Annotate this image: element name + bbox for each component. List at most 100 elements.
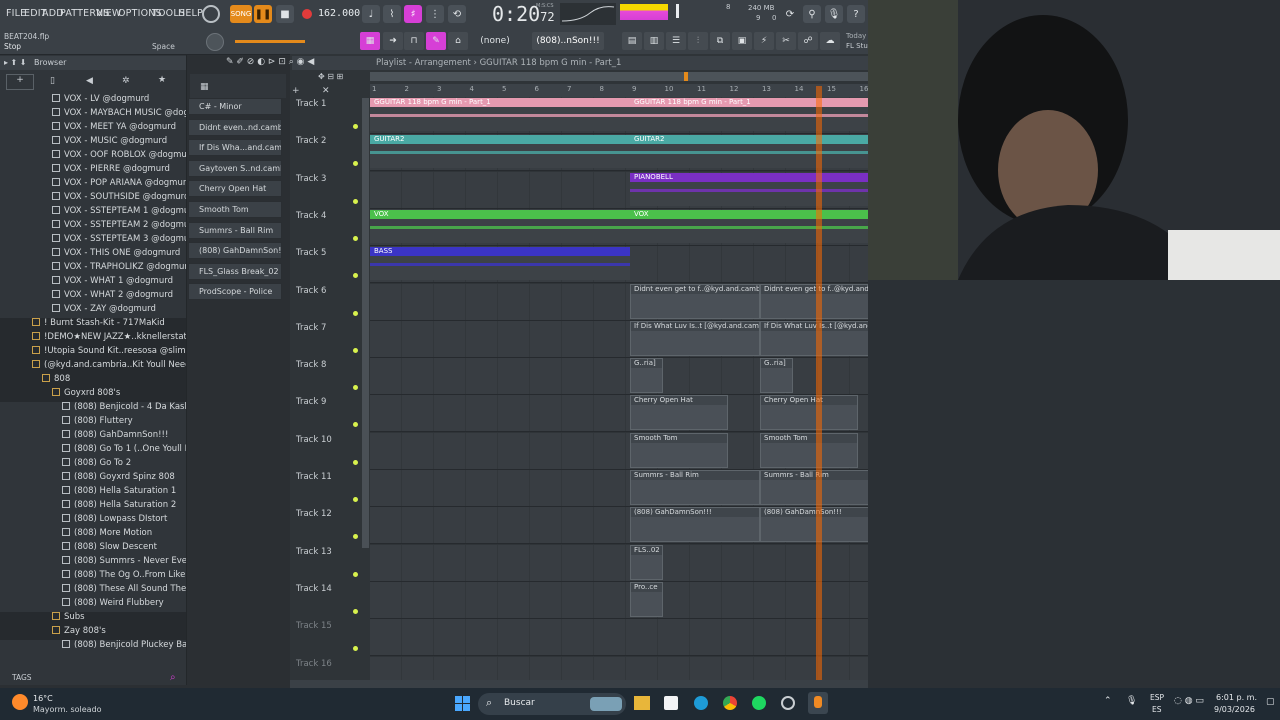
browser-file[interactable]: VOX - PIERRE @dogmurd	[0, 164, 186, 178]
mixer-icon[interactable]: ⫶	[688, 32, 708, 50]
browser-file[interactable]: VOX - SOUTHSIDE @dogmurd	[0, 192, 186, 206]
browser-file-icon[interactable]: ▯	[50, 76, 55, 86]
browser-file[interactable]: VOX - WHAT 1 @dogmurd	[0, 276, 186, 290]
browser-file[interactable]: VOX - WHAT 2 @dogmurd	[0, 290, 186, 304]
channel-settings-icon[interactable]: ⧉	[710, 32, 730, 50]
track-header-label[interactable]: Track 5	[296, 248, 326, 258]
channel-button[interactable]: Summrs - Ball Rim	[188, 221, 282, 239]
record-button[interactable]	[298, 5, 316, 23]
track-header-label[interactable]: Track 3	[296, 174, 326, 184]
magnet-icon[interactable]: ⊓	[404, 32, 424, 50]
master-volume-handle[interactable]	[676, 4, 679, 18]
channel-button[interactable]: Cherry Open Hat	[188, 180, 282, 198]
track-header-label[interactable]: Track 7	[296, 323, 326, 333]
browser-file[interactable]: (808) Summrs - Never Ever	[0, 556, 186, 570]
language-code[interactable]: ESP	[1150, 693, 1164, 702]
track-lane[interactable]	[370, 544, 868, 582]
channel-button[interactable]: Didnt even..nd.cambria	[188, 118, 282, 136]
song-mode-button[interactable]: SONG	[230, 5, 252, 23]
channel-button[interactable]: If Dis Wha...and.cambria	[188, 139, 282, 157]
channel-button[interactable]: (808) GahDamnSon!!!	[188, 242, 282, 260]
track-lane[interactable]	[370, 581, 868, 619]
snap-select[interactable]: (none)	[472, 32, 518, 50]
pattern-clip[interactable]: Cherry Open Hat	[760, 395, 858, 431]
loop-record-icon[interactable]: ⟲	[448, 5, 466, 23]
stamp-icon[interactable]: ⌂	[448, 32, 468, 50]
audio-clip[interactable]: PIANOBELL	[630, 172, 868, 206]
close-track-icon[interactable]: ✕	[322, 86, 330, 96]
stop-button[interactable]: ■	[276, 5, 294, 23]
pattern-clip[interactable]: Summrs - Ball Rim	[630, 470, 760, 505]
wait-input-icon[interactable]: ⌇	[383, 5, 401, 23]
snap-arrow-icon[interactable]: ➜	[383, 32, 403, 50]
pattern-clip[interactable]: Pro..ce	[630, 581, 663, 617]
browser-file[interactable]: (808) Go To 1 (..One Youll Need)	[0, 444, 186, 458]
clock-time[interactable]: 6:01 p. m.	[1216, 693, 1257, 702]
track-header-label[interactable]: Track 9	[296, 397, 326, 407]
edge-icon[interactable]	[694, 696, 708, 710]
browser-star-icon[interactable]: ★	[158, 75, 166, 85]
current-pattern-select[interactable]: (808)..nSon!!!	[532, 32, 604, 50]
windows-start-icon[interactable]	[455, 696, 471, 712]
channel-button[interactable]: FLS_Glass Break_02	[188, 262, 282, 280]
audio-clip[interactable]: GUITAR2	[370, 135, 630, 169]
track-mute-led[interactable]	[353, 347, 358, 353]
browser-file[interactable]: VOX - OOF ROBLOX @dogmurd	[0, 150, 186, 164]
pattern-clip[interactable]: FLS..02	[630, 544, 663, 580]
browser-file[interactable]: VOX - MAYBACH MUSIC @dogmurd	[0, 108, 186, 122]
browser-folder[interactable]: ! Burnt Stash-Kit - 717MaKid	[0, 318, 186, 332]
pattern-clip[interactable]: (808) GahDamnSon!!!	[630, 507, 760, 543]
tempo-display[interactable]: 162.000	[318, 8, 360, 19]
tray-mic-icon[interactable]: 🎙	[1126, 696, 1137, 706]
browser-icon[interactable]: ▣	[732, 32, 752, 50]
track-mute-led[interactable]	[353, 608, 358, 614]
browser-file[interactable]: VOX - ZAY @dogmurd	[0, 304, 186, 318]
browser-file[interactable]: (808) Benjicold Pluckey Bass	[0, 640, 186, 654]
track-header-label[interactable]: Track 8	[296, 360, 326, 370]
obs-icon[interactable]	[781, 696, 795, 710]
tool-icon[interactable]: ✂	[776, 32, 796, 50]
time-ruler[interactable]: 1 2 3 4 5 6 7 8 9 10 11 12 13 14 15 16	[370, 84, 868, 97]
browser-file[interactable]: VOX - POP ARIANA @dogmurd	[0, 178, 186, 192]
record-settings-icon[interactable]: ☍	[798, 32, 818, 50]
channel-button[interactable]: ProdScope - Police	[188, 283, 282, 301]
browser-file[interactable]: (808) Weird Flubbery	[0, 598, 186, 612]
typing-keyboard-icon[interactable]: ▦	[360, 32, 380, 50]
browser-file[interactable]: (808) These All Sound The Same	[0, 584, 186, 598]
menu-help[interactable]: HELP	[178, 8, 203, 19]
step-edit-icon[interactable]: ⋮	[426, 5, 444, 23]
audio-clip[interactable]: GGUITAR 118 bpm G min - Part_1	[630, 98, 868, 131]
playlist-bottom-scrollbar[interactable]	[290, 680, 868, 688]
audio-clip[interactable]: VOX	[370, 209, 630, 243]
browser-plugin-icon[interactable]: ✲	[122, 76, 130, 86]
midi-icon[interactable]: ⚲	[803, 5, 821, 23]
track-header-label[interactable]: Track 12	[296, 509, 332, 519]
track-header-label[interactable]: Track 11	[296, 472, 332, 482]
browser-file[interactable]: VOX - LV @dogmurd	[0, 94, 186, 108]
file-explorer-icon[interactable]	[634, 696, 650, 710]
browser-arrow-icon[interactable]: ▸ ⬆ ⬇	[4, 58, 27, 67]
track-header-label[interactable]: Track 15	[296, 621, 332, 631]
taskbar-search-box[interactable]: ⌕ Buscar	[478, 693, 626, 715]
pattern-clip[interactable]: G..ria]	[760, 358, 793, 394]
pattern-clip[interactable]: Smooth Tom	[630, 432, 728, 468]
audio-clip[interactable]: VOX	[630, 209, 868, 243]
browser-file[interactable]: (808) Fluttery	[0, 416, 186, 430]
browser-file[interactable]: (808) Slow Descent	[0, 542, 186, 556]
browser-folder[interactable]: !Utopia Sound Kit..reesosa @slimejax	[0, 346, 186, 360]
browser-file[interactable]: VOX - TRAPHOLIKZ @dogmurd	[0, 262, 186, 276]
keyboard-layout[interactable]: ES	[1152, 705, 1162, 714]
browser-file[interactable]: (808) GahDamnSon!!!	[0, 430, 186, 444]
channel-rack-icon-small[interactable]: ▦	[200, 82, 209, 92]
track-lane[interactable]	[370, 619, 868, 657]
clock-date[interactable]: 9/03/2026	[1214, 705, 1255, 714]
track-mute-led[interactable]	[353, 235, 358, 241]
piano-roll-icon[interactable]: ▥	[644, 32, 664, 50]
mic-icon[interactable]: 🎙	[825, 5, 843, 23]
browser-file[interactable]: (808) Goyxrd Spinz 808	[0, 472, 186, 486]
pattern-clip[interactable]: G..ria]	[630, 358, 663, 394]
spotify-icon[interactable]	[752, 696, 766, 710]
track-header-label[interactable]: Track 13	[296, 547, 332, 557]
browser-folder[interactable]: !DEMO★NEW JAZZ★..kknellerstation	[0, 332, 186, 346]
browser-file[interactable]: VOX - MUSIC @dogmurd	[0, 136, 186, 150]
